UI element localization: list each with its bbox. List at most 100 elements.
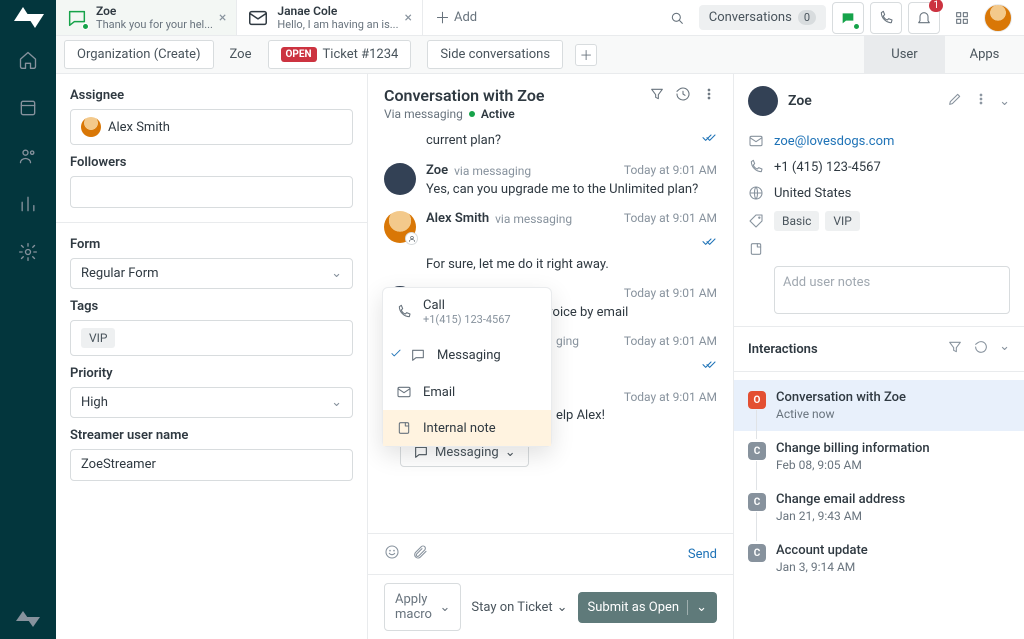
submit-button[interactable]: Submit as Open ⌄ <box>578 592 717 623</box>
assignee-field[interactable]: Alex Smith <box>70 109 353 145</box>
channel-menu: Call +1(415) 123-4567 Messaging <box>382 287 552 447</box>
globe-icon <box>748 185 764 201</box>
menu-item-label: Call <box>423 298 511 313</box>
priority-select[interactable]: High ⌄ <box>70 387 353 418</box>
interactions-title: Interactions <box>748 342 947 357</box>
apps-grid-button[interactable] <box>946 2 978 34</box>
chevron-down-icon: ⌄ <box>557 600 568 615</box>
chevron-down-icon[interactable]: ⌄ <box>999 94 1010 109</box>
requester-tab[interactable]: Zoe <box>220 41 262 68</box>
call-button[interactable] <box>870 2 902 34</box>
nav-reporting[interactable] <box>0 180 56 228</box>
notifications-button[interactable]: 1 <box>908 2 940 34</box>
read-receipt-icon <box>701 233 717 253</box>
agent-badge-icon <box>405 232 418 245</box>
chat-indicator-button[interactable] <box>832 2 864 34</box>
status-badge: O <box>748 391 766 409</box>
conversations-label: Conversations <box>709 10 792 25</box>
menu-item-label: Messaging <box>437 348 501 363</box>
channel-option-messaging[interactable]: Messaging <box>383 336 551 374</box>
user-notes-field[interactable]: Add user notes <box>774 266 1010 314</box>
message-time: Today at 9:01 AM <box>624 163 717 177</box>
send-button[interactable]: Send <box>688 547 717 562</box>
apply-macro-select[interactable]: Apply macro ⌄ <box>384 583 461 631</box>
close-icon[interactable]: × <box>404 10 411 26</box>
followers-field[interactable] <box>70 176 353 208</box>
tab-ticket-zoe[interactable]: Zoe Thank you for your hel... × <box>56 0 237 35</box>
stay-on-ticket-button[interactable]: Stay on Ticket ⌄ <box>471 600 567 615</box>
attach-button[interactable] <box>412 544 428 564</box>
context-tab-apps[interactable]: Apps <box>944 36 1024 73</box>
search-button[interactable] <box>661 2 693 34</box>
nav-views[interactable] <box>0 84 56 132</box>
chat-icon <box>409 347 427 363</box>
filter-icon[interactable] <box>947 339 963 359</box>
nav-home[interactable] <box>0 36 56 84</box>
ticket-tab[interactable]: OPEN Ticket #1234 <box>268 40 412 69</box>
status-badge: C <box>748 442 766 460</box>
conversations-button[interactable]: Conversations 0 <box>699 5 826 30</box>
channel-option-call[interactable]: Call +1(415) 123-4567 <box>383 288 551 336</box>
add-side-conversation-button[interactable]: ＋ <box>575 44 597 66</box>
profile-email[interactable]: zoe@lovesdogs.com <box>774 134 894 149</box>
channel-option-email[interactable]: Email <box>383 374 551 410</box>
organization-tab[interactable]: Organization (Create) <box>64 40 214 69</box>
form-select[interactable]: Regular Form ⌄ <box>70 258 353 289</box>
tags-field[interactable]: VIP <box>70 320 353 356</box>
conversation-status: Active <box>481 107 515 121</box>
emoji-button[interactable] <box>384 544 400 564</box>
form-label: Form <box>70 237 353 252</box>
message-row: Zoe via messaging Today at 9:01 AM Yes, … <box>384 163 717 197</box>
tags-label: Tags <box>70 299 353 314</box>
form-value: Regular Form <box>81 266 159 281</box>
message-time: Today at 9:01 AM <box>624 211 717 225</box>
ticket-number: Ticket #1234 <box>323 47 399 62</box>
add-tab-button[interactable]: ＋ Add <box>423 0 489 35</box>
assignee-name: Alex Smith <box>108 120 170 135</box>
profile-avatar[interactable] <box>984 4 1012 32</box>
context-tab-user[interactable]: User <box>864 36 944 73</box>
interaction-item[interactable]: C Change email addressJan 21, 9:43 AM <box>734 482 1024 533</box>
channel-option-internal-note[interactable]: Internal note <box>383 410 551 446</box>
plus-icon: ＋ <box>435 7 450 28</box>
status-badge: C <box>748 493 766 511</box>
product-logo <box>0 0 56 36</box>
nav-admin[interactable] <box>0 228 56 276</box>
filter-icon[interactable] <box>649 86 665 106</box>
message-text: For sure, let me do it right away. <box>426 257 717 272</box>
interactions-list: O Conversation with ZoeActive now C Chan… <box>734 372 1024 592</box>
notification-badge: 1 <box>929 0 943 12</box>
menu-item-sub: +1(415) 123-4567 <box>423 313 511 326</box>
tag-chip[interactable]: Basic <box>774 211 819 231</box>
phone-icon <box>748 159 764 175</box>
tag-chip[interactable]: VIP <box>825 211 859 231</box>
profile-phone: +1 (415) 123-4567 <box>774 160 881 175</box>
more-icon[interactable] <box>973 91 989 111</box>
tab-ticket-janae[interactable]: Janae Cole Hello, I am having an is... × <box>237 0 423 35</box>
streamer-field[interactable]: ZoeStreamer <box>70 449 353 481</box>
message-time: Today at 9:01 AM <box>624 334 717 348</box>
priority-value: High <box>81 395 108 410</box>
chevron-down-icon[interactable]: ⌄ <box>687 600 707 615</box>
left-nav-rail <box>0 0 56 639</box>
avatar <box>384 211 416 243</box>
chevron-down-icon: ⌄ <box>331 266 342 281</box>
interaction-item[interactable]: C Account updateJan 3, 9:14 AM <box>734 533 1024 584</box>
edit-icon[interactable] <box>947 91 963 111</box>
tag-chip[interactable]: VIP <box>81 328 115 348</box>
avatar <box>81 117 101 137</box>
conversations-count: 0 <box>798 10 816 25</box>
interaction-item[interactable]: C Change billing informationFeb 08, 9:05… <box>734 431 1024 482</box>
history-icon[interactable] <box>675 86 691 106</box>
side-conversations-tab[interactable]: Side conversations <box>427 40 563 69</box>
close-icon[interactable]: × <box>219 10 226 26</box>
chevron-down-icon: ⌄ <box>440 600 451 615</box>
more-icon[interactable] <box>701 86 717 106</box>
workspace-tabs: Zoe Thank you for your hel... × Janae Co… <box>56 0 1024 36</box>
nav-customers[interactable] <box>0 132 56 180</box>
interaction-item[interactable]: O Conversation with ZoeActive now <box>734 380 1024 431</box>
refresh-icon[interactable] <box>973 339 989 359</box>
check-icon <box>389 346 403 364</box>
tab-title: Zoe <box>96 4 213 18</box>
chevron-down-icon[interactable]: ⌄ <box>999 339 1010 359</box>
